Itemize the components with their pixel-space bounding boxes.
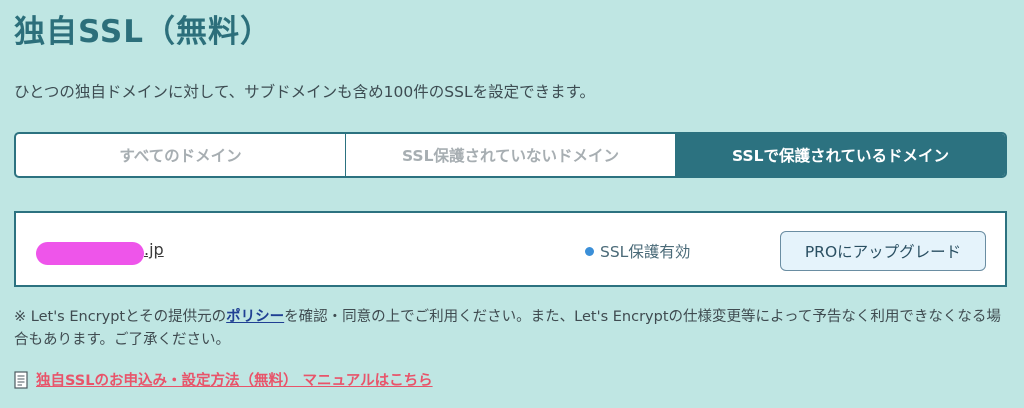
ssl-status-badge: SSL保護有効	[585, 240, 690, 262]
redacted-domain-mask	[36, 242, 144, 265]
upgrade-to-pro-button[interactable]: PROにアップグレード	[780, 231, 986, 271]
policy-link[interactable]: ポリシー	[226, 309, 284, 325]
domain-link[interactable]: .jp	[144, 240, 164, 259]
document-icon	[14, 370, 28, 389]
notice-prefix: ※ Let's Encryptとその提供元の	[14, 309, 227, 325]
ssl-status-label: SSL保護有効	[600, 243, 691, 261]
tab-all-domains[interactable]: すべてのドメイン	[16, 134, 345, 176]
domain-row: .jp SSL保護有効 PROにアップグレード	[14, 211, 1007, 287]
ssl-manual-link[interactable]: 独自SSLのお申込み・設定方法（無料） マニュアルはこちら	[36, 369, 433, 390]
tab-unprotected-domains[interactable]: SSL保護されていないドメイン	[345, 134, 675, 176]
tab-protected-domains[interactable]: SSLで保護されているドメイン	[675, 134, 1005, 176]
page-description: ひとつの独自ドメインに対して、サブドメインも含め100件のSSLを設定できます。	[14, 83, 596, 101]
page-title: 独自SSL（無料）	[14, 14, 273, 50]
lets-encrypt-notice: ※ Let's Encryptとその提供元のポリシーを確認・同意の上でご利用くだ…	[14, 306, 1009, 352]
page: 独自SSL（無料） ひとつの独自ドメインに対して、サブドメインも含め100件のS…	[0, 0, 1024, 408]
domain-filter-tabs: すべてのドメイン SSL保護されていないドメイン SSLで保護されているドメイン	[14, 132, 1007, 178]
manual-link-row: 独自SSLのお申込み・設定方法（無料） マニュアルはこちら	[14, 369, 433, 390]
status-dot-icon	[585, 246, 594, 256]
